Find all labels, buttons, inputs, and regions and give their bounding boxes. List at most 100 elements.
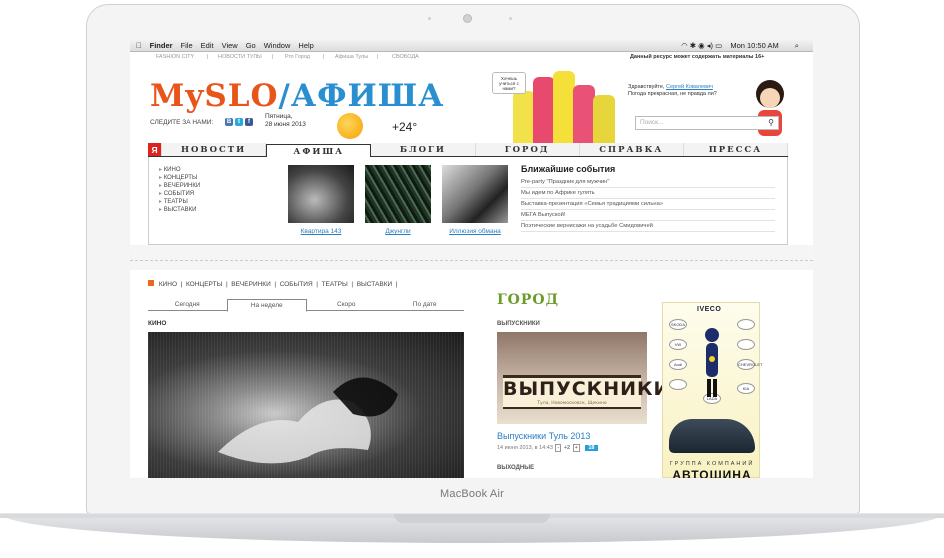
nav-city[interactable]: ГОРОД	[475, 143, 580, 156]
mac-menubar:  Finder File Edit View Go Window Help ◠…	[130, 40, 813, 52]
article-meta: 14 июня 2013, в 14:43 - +2 + 18	[497, 444, 598, 452]
divider-band	[130, 245, 813, 270]
vote-minus-button[interactable]: -	[555, 444, 562, 452]
tab-soon[interactable]: Скоро	[307, 299, 386, 310]
partner-link-progorod[interactable]: Pro Город	[285, 52, 310, 62]
nav-press[interactable]: ПРЕССА	[683, 143, 789, 156]
camera-sensor-right	[509, 17, 512, 20]
brand-logo-icon	[737, 319, 755, 330]
event-link[interactable]: МЕГА Выпуской!	[521, 210, 775, 221]
menu-view[interactable]: View	[222, 40, 238, 51]
twitter-icon[interactable]: t	[235, 118, 243, 126]
partner-link-news[interactable]: НОВОСТИ ТУЛЫ	[218, 52, 262, 62]
category-link-concerts[interactable]: КОНЦЕРТЫ	[159, 174, 200, 182]
apple-menu-icon[interactable]: 	[136, 40, 142, 51]
film-poster-image[interactable]	[365, 165, 431, 223]
filter-theatres[interactable]: ТЕАТРЫ	[322, 281, 348, 288]
user-greeting: Здравствуйте, Сергей Ковалевич Погода пр…	[628, 84, 738, 98]
menu-help[interactable]: Help	[298, 40, 313, 51]
category-link-parties[interactable]: ВЕЧЕРИНКИ	[159, 182, 200, 190]
main-nav: Я НОВОСТИ АФИША БЛОГИ ГОРОД СПРАВКА ПРЕС…	[148, 143, 789, 158]
weekend-subsection: ВЫХОДНЫЕ	[497, 465, 535, 471]
facebook-icon[interactable]: f	[245, 118, 253, 126]
nav-blogs[interactable]: БЛОГИ	[371, 143, 476, 156]
promo-person	[573, 85, 595, 143]
city-heading[interactable]: ГОРОД	[497, 292, 559, 308]
brand-logo-icon	[669, 379, 687, 390]
weekday: Пятница,	[265, 113, 293, 120]
user-profile-link[interactable]: Сергей Ковалевич	[666, 84, 713, 90]
film-link[interactable]: Иллюзия обмана	[440, 228, 510, 235]
film-link[interactable]: Джунгли	[363, 228, 433, 235]
menu-go[interactable]: Go	[246, 40, 256, 51]
tab-week[interactable]: На неделе	[226, 299, 307, 312]
vote-plus-button[interactable]: +	[572, 444, 580, 452]
laptop-mockup:  Finder File Edit View Go Window Help ◠…	[0, 0, 944, 558]
menubar-clock[interactable]: Mon 10:50 AM	[730, 41, 778, 50]
device-brand-label: MacBook Air	[440, 488, 504, 500]
tab-today[interactable]: Сегодня	[148, 299, 227, 310]
yandex-button[interactable]: Я	[148, 143, 162, 156]
partner-link-afisha[interactable]: Афиша Тулы	[335, 52, 368, 62]
menubar-status: ◠ ✱ ◉ ◂) ▭ Mon 10:50 AM ⌕	[681, 40, 807, 52]
nav-reference[interactable]: СПРАВКА	[579, 143, 684, 156]
menu-window[interactable]: Window	[264, 40, 291, 51]
tire-mascot-icon	[705, 328, 719, 397]
search-icon[interactable]: ⚲	[768, 117, 774, 129]
vote-count: +2	[563, 445, 571, 451]
kia-logo-icon: KIA	[737, 383, 755, 394]
wifi-icon[interactable]: ◠ ✱ ◉ ◂) ▭	[681, 41, 722, 50]
graduates-photo[interactable]: ВЫПУСКНИКИ Тула, Новомосковск, Щекино	[497, 332, 669, 424]
partner-link-fashion[interactable]: FASHION CITY	[156, 52, 194, 62]
greeting-text: Погода прекрасная, не правда ли?	[628, 91, 717, 97]
film-link[interactable]: Квартира 143	[286, 228, 356, 235]
filter-parties[interactable]: ВЕЧЕРИНКИ	[231, 281, 271, 288]
date: 28 июня 2013	[265, 121, 306, 128]
film-poster-image[interactable]	[442, 165, 508, 223]
filter-events[interactable]: СОБЫТИЯ	[280, 281, 313, 288]
film-poster-image[interactable]	[288, 165, 354, 223]
chevrolet-logo-icon: CHEVROLET	[737, 359, 762, 370]
category-link-events[interactable]: СОБЫТИЯ	[159, 190, 200, 198]
tab-by-date[interactable]: По дате	[386, 299, 465, 310]
event-link[interactable]: Поэтические вернисажи на усадьбе Смидови…	[521, 221, 775, 232]
filter-concerts[interactable]: КОНЦЕРТЫ	[186, 281, 222, 288]
category-link-kino[interactable]: КИНО	[159, 166, 200, 174]
car-image	[669, 419, 755, 453]
audi-logo-icon: Audi	[669, 359, 687, 370]
filter-kino[interactable]: КИНО	[159, 281, 177, 288]
promo-person	[513, 91, 535, 143]
event-link[interactable]: Pre-party "Праздник для мужчин"	[521, 177, 775, 188]
menu-finder[interactable]: Finder	[150, 40, 173, 51]
vk-icon[interactable]: В	[225, 118, 233, 126]
separator: |	[377, 54, 379, 60]
menu-edit[interactable]: Edit	[201, 40, 214, 51]
skoda-logo-icon: SKODA	[669, 319, 687, 330]
featured-film-image[interactable]	[148, 332, 464, 478]
filter-exhibitions[interactable]: ВЫСТАВКИ	[357, 281, 392, 288]
menu-file[interactable]: File	[181, 40, 193, 51]
banner-subtitle: Тула, Новомосковск, Щекино	[537, 401, 607, 406]
follow-label: СЛЕДИТЕ ЗА НАМИ:	[150, 119, 214, 126]
separator: |	[207, 54, 209, 60]
separator: |	[323, 54, 325, 60]
advertisement-banner[interactable]: IVECO SKODA VW Audi CHEVROLET LADA KIA Г…	[662, 302, 762, 478]
category-link-theatres[interactable]: ТЕАТРЫ	[159, 198, 200, 206]
comments-count-badge[interactable]: 18	[585, 445, 598, 451]
promo-bubble[interactable]: Хочешь учиться с нами?	[492, 72, 526, 94]
category-link-exhibitions[interactable]: ВЫСТАВКИ	[159, 206, 200, 214]
orange-square-icon	[148, 280, 154, 286]
nav-afisha[interactable]: АФИША	[266, 144, 372, 158]
article-title-link[interactable]: Выпускники Туль 2013	[497, 431, 590, 441]
event-link[interactable]: Мы идем по Африке гулять	[521, 188, 775, 199]
date-widget: Пятница, 28 июня 2013	[265, 113, 306, 129]
period-tabs: Сегодня На неделе Скоро По дате	[148, 299, 465, 312]
nav-news[interactable]: НОВОСТИ	[162, 143, 267, 156]
event-link[interactable]: Выставка-презентация «Семья традициями с…	[521, 199, 775, 210]
site-logo[interactable]: MySLO/АФИША	[150, 78, 444, 114]
divider-zigzag	[130, 260, 813, 266]
spotlight-icon[interactable]: ⌕	[795, 41, 799, 50]
ad-company-name: АВТОШИНА	[672, 468, 752, 478]
partner-link-svoboda[interactable]: СВОБОДА	[392, 52, 419, 62]
search-input[interactable]: Поиск... ⚲	[635, 116, 779, 130]
